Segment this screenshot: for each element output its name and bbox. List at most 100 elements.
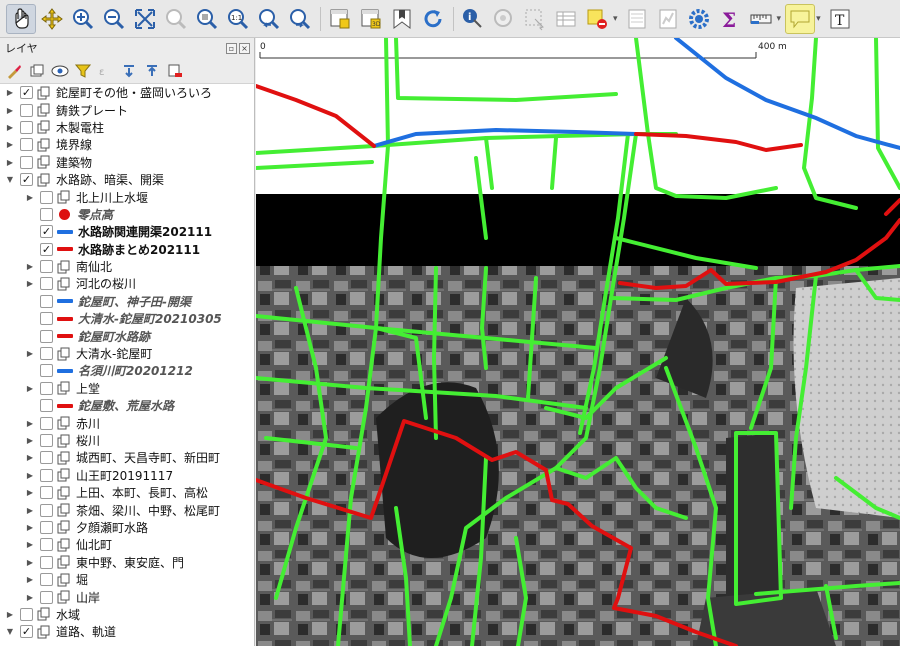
- dropdown-arrow-icon[interactable]: ▾: [613, 14, 618, 24]
- float-panel-icon[interactable]: ▫: [226, 42, 237, 54]
- layer-tree-row[interactable]: ▶ 赤川: [0, 414, 254, 431]
- dropdown-arrow-icon[interactable]: ▾: [816, 14, 821, 24]
- layer-tree-row[interactable]: 零点高: [0, 206, 254, 223]
- layer-visibility-checkbox[interactable]: [20, 607, 33, 621]
- layer-tree-row[interactable]: ▶ ✓ 鉈屋町その他・盛岡いろいろ: [0, 84, 254, 101]
- layer-tree-row[interactable]: ✓ 水路跡まとめ202111: [0, 241, 254, 258]
- layer-visibility-checkbox[interactable]: [40, 312, 53, 326]
- layer-visibility-checkbox[interactable]: [40, 468, 53, 482]
- select-button[interactable]: [520, 4, 550, 34]
- layer-tree-row[interactable]: ▶ 南仙北: [0, 258, 254, 275]
- add-group-icon[interactable]: [27, 61, 47, 81]
- layer-visibility-checkbox[interactable]: [40, 347, 53, 361]
- expand-arrow-icon[interactable]: ▶: [24, 349, 36, 358]
- collapse-arrow-icon[interactable]: ▼: [4, 627, 16, 636]
- layer-visibility-checkbox[interactable]: [40, 590, 53, 604]
- expand-arrow-icon[interactable]: ▶: [4, 88, 16, 97]
- refresh-button[interactable]: [418, 4, 448, 34]
- expand-arrow-icon[interactable]: ▶: [24, 279, 36, 288]
- layer-visibility-checkbox[interactable]: [20, 120, 33, 134]
- layer-tree-row[interactable]: ▶ 上田、本町、長町、高松: [0, 484, 254, 501]
- zoom-out-button[interactable]: [99, 4, 129, 34]
- layer-visibility-checkbox[interactable]: [40, 294, 53, 308]
- layer-tree-row[interactable]: ▶ 東中野、東安庭、門: [0, 554, 254, 571]
- layer-visibility-checkbox[interactable]: [40, 399, 53, 413]
- collapse-all-icon[interactable]: [142, 61, 162, 81]
- layer-visibility-checkbox[interactable]: [40, 573, 53, 587]
- layer-style-brush-icon[interactable]: [4, 61, 24, 81]
- expand-arrow-icon[interactable]: ▶: [24, 436, 36, 445]
- layer-visibility-checkbox[interactable]: [20, 155, 33, 169]
- layer-tree-row[interactable]: ▶ 山岸: [0, 588, 254, 605]
- expand-arrow-icon[interactable]: ▶: [4, 106, 16, 115]
- expand-arrow-icon[interactable]: ▶: [24, 575, 36, 584]
- layer-visibility-checkbox[interactable]: [40, 434, 53, 447]
- deselect-button[interactable]: [582, 4, 612, 34]
- map-tips-button[interactable]: [785, 3, 816, 34]
- dropdown-arrow-icon[interactable]: ▾: [777, 14, 782, 24]
- layer-tree-row[interactable]: ▼ ✓ 水路跡、暗渠、開渠: [0, 171, 254, 188]
- sum-button[interactable]: Σ: [715, 4, 745, 34]
- layer-tree-row[interactable]: ▶ 水域: [0, 606, 254, 623]
- layer-tree-row[interactable]: ▶ 桜川: [0, 432, 254, 449]
- layer-visibility-checkbox[interactable]: [40, 486, 53, 500]
- layer-tree-row[interactable]: 名須川町20201212: [0, 362, 254, 379]
- expand-arrow-icon[interactable]: ▶: [24, 558, 36, 567]
- layer-visibility-checkbox[interactable]: [40, 277, 53, 291]
- expand-arrow-icon[interactable]: ▶: [4, 140, 16, 149]
- layer-visibility-checkbox[interactable]: [40, 207, 53, 221]
- expand-arrow-icon[interactable]: ▶: [24, 262, 36, 271]
- expand-arrow-icon[interactable]: ▶: [24, 453, 36, 462]
- layer-tree-row[interactable]: 鉈屋町、神子田-開渠: [0, 293, 254, 310]
- new-map-view-button[interactable]: [325, 4, 355, 34]
- layer-visibility-checkbox[interactable]: [40, 364, 53, 378]
- expand-arrow-icon[interactable]: ▶: [24, 540, 36, 549]
- layer-tree-row[interactable]: 大清水-鉈屋町20210305: [0, 310, 254, 327]
- layer-tree-row[interactable]: 鉈屋敷、荒屋水路: [0, 397, 254, 414]
- attribute-table-button[interactable]: [551, 4, 581, 34]
- zoom-in-button[interactable]: [68, 4, 98, 34]
- layer-tree-row[interactable]: ▶ 堀: [0, 571, 254, 588]
- layer-visibility-checkbox[interactable]: [40, 260, 53, 274]
- zoom-last-button[interactable]: [254, 4, 284, 34]
- measure-button[interactable]: [746, 4, 776, 34]
- layer-visibility-checkbox[interactable]: [40, 329, 53, 343]
- zoom-native-button[interactable]: 1:1: [223, 4, 253, 34]
- expand-arrow-icon[interactable]: ▶: [24, 384, 36, 393]
- layer-visibility-checkbox[interactable]: [40, 538, 53, 552]
- expand-arrow-icon[interactable]: ▶: [24, 523, 36, 532]
- zoom-to-selection-button[interactable]: [161, 4, 191, 34]
- layer-visibility-checkbox[interactable]: [40, 503, 53, 517]
- expand-arrow-icon[interactable]: ▶: [4, 158, 16, 167]
- layer-tree-row[interactable]: ▶ 境界線: [0, 136, 254, 153]
- layer-tree-row[interactable]: ▶ 上堂: [0, 380, 254, 397]
- layer-tree-row[interactable]: ▶ 夕顔瀬町水路: [0, 519, 254, 536]
- layer-visibility-checkbox[interactable]: [40, 555, 53, 569]
- field-calculator-button[interactable]: [622, 4, 652, 34]
- filter-expression-icon[interactable]: ε: [96, 61, 116, 81]
- layer-tree-row[interactable]: ▶ 北上川上水堰: [0, 188, 254, 205]
- identify-button[interactable]: i: [458, 4, 488, 34]
- expand-arrow-icon[interactable]: ▶: [4, 123, 16, 132]
- layer-visibility-checkbox[interactable]: ✓: [20, 86, 33, 100]
- settings-gear-button[interactable]: [684, 4, 714, 34]
- layer-visibility-checkbox[interactable]: [40, 520, 53, 534]
- expand-arrow-icon[interactable]: ▶: [24, 193, 36, 202]
- layer-tree-row[interactable]: ▼ ✓ 道路、軌道: [0, 623, 254, 640]
- layer-visibility-checkbox[interactable]: [40, 190, 53, 204]
- layer-visibility-checkbox[interactable]: [40, 381, 53, 395]
- close-panel-icon[interactable]: ×: [239, 42, 250, 54]
- layer-tree-row[interactable]: ▶ 鋳鉄プレート: [0, 101, 254, 118]
- expand-arrow-icon[interactable]: ▶: [24, 593, 36, 602]
- map-canvas[interactable]: 0 400 m: [256, 38, 900, 646]
- zoom-next-button[interactable]: [285, 4, 315, 34]
- expand-all-icon[interactable]: [119, 61, 139, 81]
- layer-tree-row[interactable]: ▶ 茶畑、梁川、中野、松尾町: [0, 501, 254, 518]
- layer-visibility-checkbox[interactable]: [20, 138, 33, 152]
- layer-tree-row[interactable]: ▶ 山王町20191117: [0, 467, 254, 484]
- layer-visibility-checkbox[interactable]: ✓: [20, 173, 33, 187]
- layer-visibility-checkbox[interactable]: ✓: [40, 242, 53, 256]
- layer-visibility-checkbox[interactable]: [20, 103, 33, 117]
- text-annotation-button[interactable]: T: [825, 4, 855, 34]
- layer-visibility-checkbox[interactable]: ✓: [20, 625, 33, 639]
